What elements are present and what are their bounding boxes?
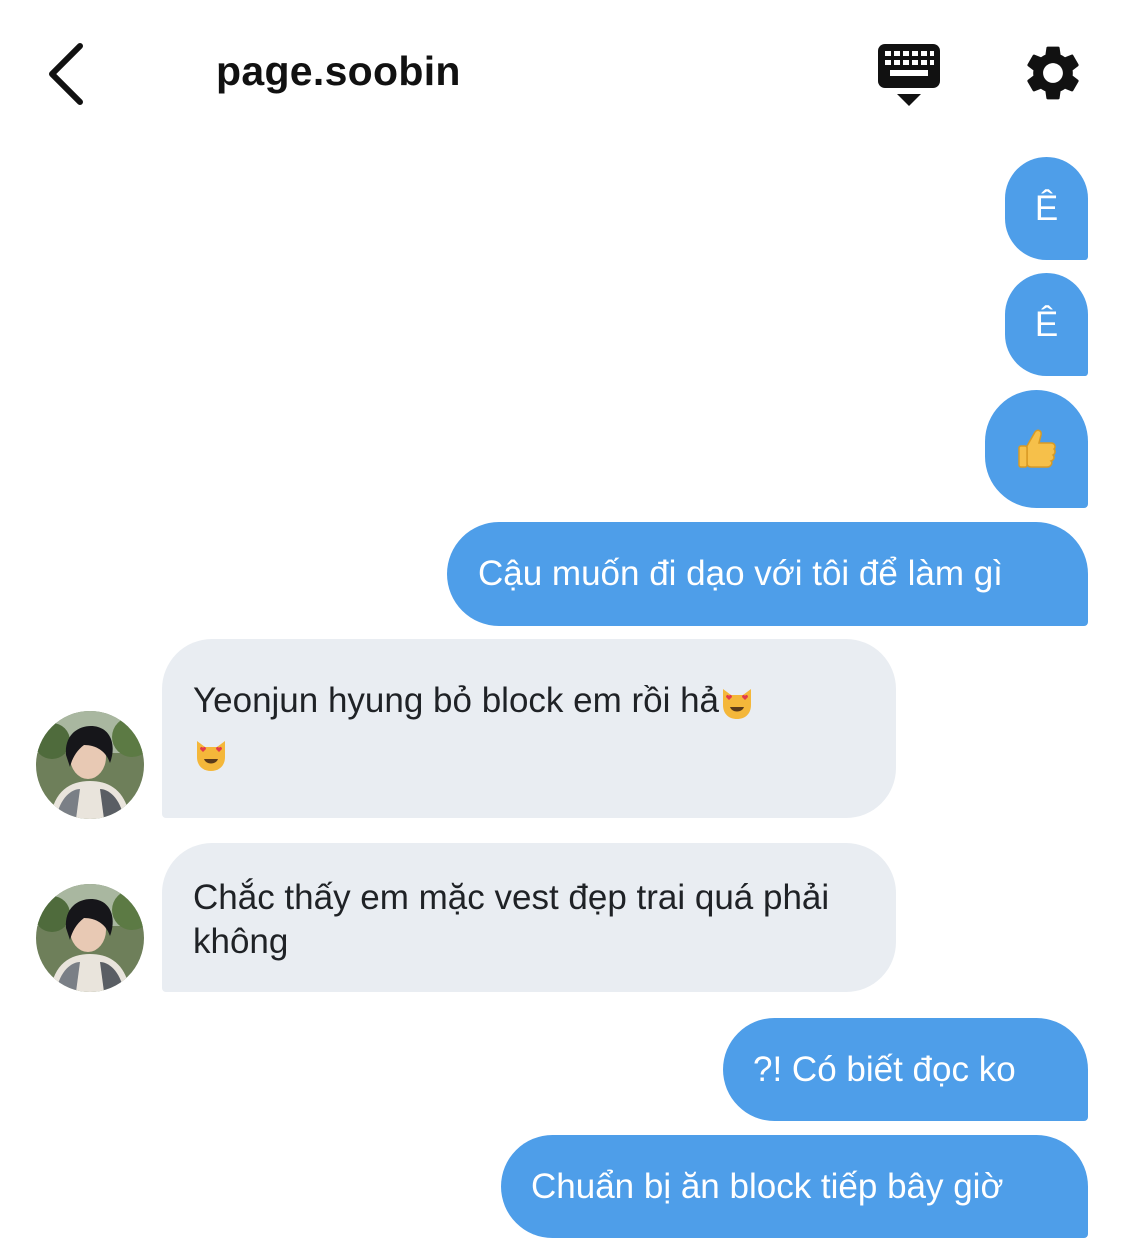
- page-title[interactable]: page.soobin: [216, 48, 461, 95]
- chevron-left-icon: [49, 43, 83, 105]
- settings-button[interactable]: [1020, 40, 1086, 106]
- message-text: Chắc thấy em mặc vest đẹp trai quá phải …: [193, 878, 830, 961]
- back-button[interactable]: [38, 38, 98, 110]
- heart-eyes-cat-icon: [723, 688, 752, 719]
- keyboard-button[interactable]: [876, 42, 942, 108]
- gear-icon: [1027, 46, 1079, 100]
- message-text: ?! Có biết đọc ko: [753, 1050, 1016, 1089]
- message-outgoing[interactable]: Cậu muốn đi dạo với tôi để làm gì: [447, 522, 1088, 626]
- message-text: Cậu muốn đi dạo với tôi để làm gì: [478, 554, 1003, 593]
- chat-header: page.soobin: [0, 0, 1125, 140]
- thumbs-up-icon: [1017, 429, 1056, 468]
- avatar[interactable]: [36, 884, 144, 992]
- message-text: Yeonjun hyung bỏ block em rồi hả: [193, 681, 720, 720]
- message-text: Ê: [1034, 304, 1059, 344]
- profile-photo: [36, 711, 144, 819]
- message-outgoing[interactable]: Ê: [1005, 157, 1088, 260]
- keyboard-icon: [878, 44, 940, 106]
- message-text: Chuẩn bị ăn block tiếp bây giờ: [531, 1167, 1004, 1206]
- heart-eyes-cat-icon: [197, 741, 225, 771]
- message-outgoing[interactable]: ?! Có biết đọc ko: [723, 1018, 1088, 1121]
- message-text: Ê: [1034, 188, 1059, 228]
- message-outgoing[interactable]: Chuẩn bị ăn block tiếp bây giờ: [501, 1135, 1088, 1238]
- message-incoming[interactable]: Chắc thấy em mặc vest đẹp trai quá phải …: [162, 843, 896, 992]
- message-outgoing[interactable]: Ê: [1005, 273, 1088, 376]
- profile-photo: [36, 884, 144, 992]
- message-outgoing[interactable]: [985, 390, 1088, 508]
- message-incoming[interactable]: Yeonjun hyung bỏ block em rồi hả: [162, 639, 896, 818]
- avatar[interactable]: [36, 711, 144, 819]
